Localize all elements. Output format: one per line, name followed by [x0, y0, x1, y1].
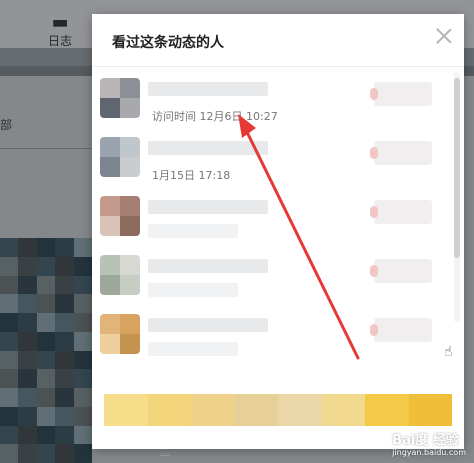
avatar[interactable] — [100, 314, 140, 354]
action-button-blurred[interactable] — [370, 82, 432, 106]
dialog-title: 看过这条动态的人 — [112, 35, 224, 51]
visitors-dialog: 看过这条动态的人 访问时间 12月6日 10:27 1月15日 17:18 ☝ — [92, 14, 464, 449]
action-button-blurred[interactable] — [370, 141, 432, 165]
visitor-row[interactable]: 1月15日 17:18 — [94, 129, 450, 188]
visit-time-blurred — [148, 283, 238, 297]
heart-icon — [370, 206, 378, 218]
title-divider — [92, 66, 464, 67]
visitor-row[interactable] — [94, 306, 450, 365]
watermark-brand: Bai度 经验 — [392, 433, 459, 448]
avatar[interactable] — [100, 196, 140, 236]
visitor-list[interactable]: 访问时间 12月6日 10:27 1月15日 17:18 — [94, 70, 450, 380]
avatar[interactable] — [100, 78, 140, 118]
blurred-banner — [104, 394, 452, 426]
heart-icon — [370, 88, 378, 100]
banner-block — [191, 394, 235, 426]
banner-block — [147, 394, 191, 426]
heart-icon — [370, 265, 378, 277]
visit-time: 1月15日 17:18 — [152, 169, 231, 182]
visitor-name-blurred[interactable] — [148, 259, 268, 273]
visitor-name-blurred[interactable] — [148, 318, 268, 332]
banner-block — [104, 394, 148, 426]
hand-cursor-icon: ☝ — [444, 344, 453, 360]
visitor-name-blurred[interactable] — [148, 141, 268, 155]
visit-time-blurred — [148, 224, 238, 238]
action-button-blurred[interactable] — [370, 318, 432, 342]
visit-time: 访问时间 12月6日 10:27 — [152, 110, 278, 123]
banner-block — [234, 394, 278, 426]
visit-time-blurred — [148, 342, 238, 356]
scrollbar[interactable] — [454, 72, 460, 322]
visitor-name-blurred[interactable] — [148, 82, 268, 96]
visitor-name-blurred[interactable] — [148, 200, 268, 214]
avatar[interactable] — [100, 255, 140, 295]
action-button-blurred[interactable] — [370, 259, 432, 283]
visitor-row[interactable]: 访问时间 12月6日 10:27 — [94, 70, 450, 129]
banner-block — [321, 394, 365, 426]
scrollbar-thumb[interactable] — [454, 78, 460, 258]
watermark-url: jingyan.baidu.com — [392, 448, 466, 457]
visitor-row[interactable] — [94, 247, 450, 306]
watermark: Bai度 经验 jingyan.baidu.com — [392, 429, 466, 457]
visitor-row[interactable] — [94, 188, 450, 247]
banner-block — [278, 394, 322, 426]
close-icon[interactable] — [432, 24, 456, 48]
action-button-blurred[interactable] — [370, 200, 432, 224]
heart-icon — [370, 324, 378, 336]
avatar[interactable] — [100, 137, 140, 177]
heart-icon — [370, 147, 378, 159]
banner-block — [408, 394, 452, 426]
banner-block — [365, 394, 409, 426]
